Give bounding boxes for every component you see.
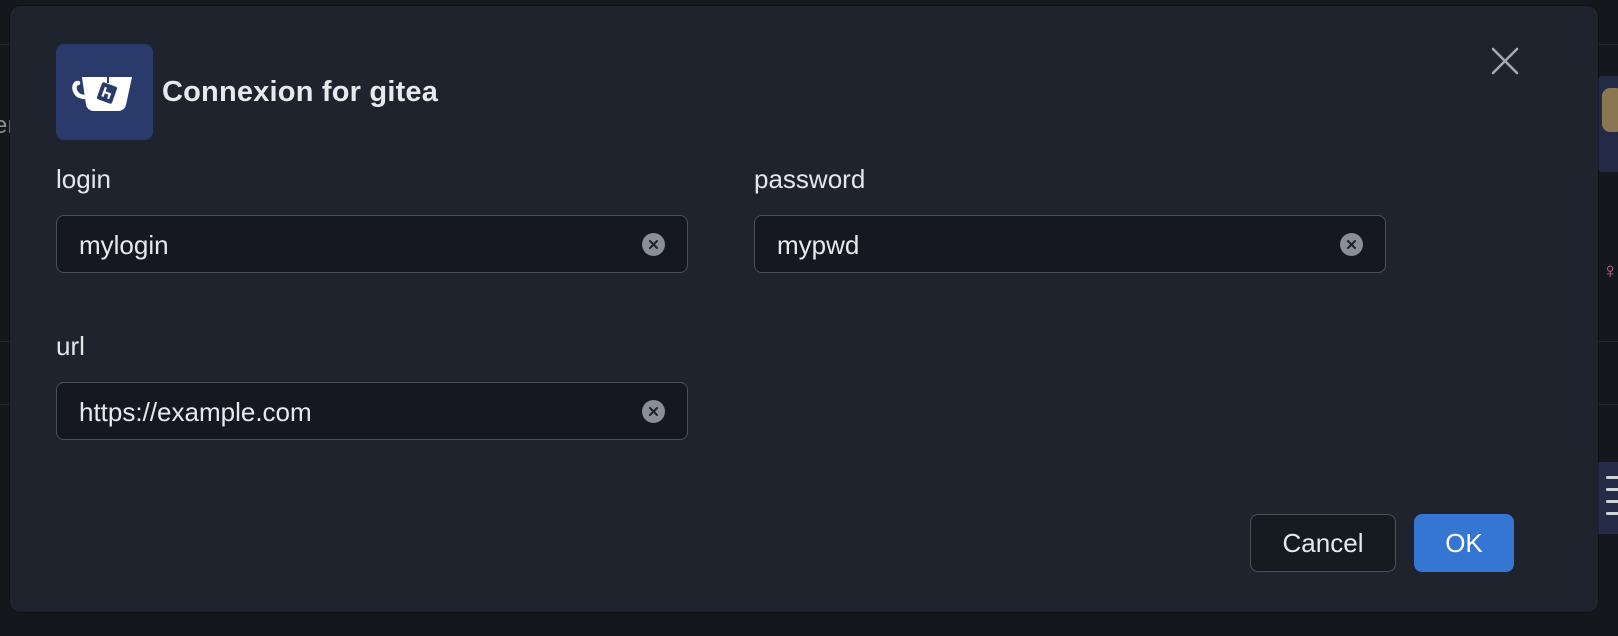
- menu-icon: [1606, 476, 1618, 524]
- clear-icon[interactable]: [642, 400, 665, 423]
- background-badge: [1602, 88, 1618, 132]
- url-label: url: [56, 331, 85, 361]
- clear-icon[interactable]: [1340, 233, 1363, 256]
- url-value: https://example.com: [79, 397, 312, 427]
- password-label: password: [754, 164, 866, 194]
- login-label: login: [56, 164, 111, 194]
- password-value: mypwd: [777, 230, 860, 260]
- dialog-title: Connexion for gitea: [162, 75, 439, 108]
- password-field[interactable]: mypwd: [754, 215, 1386, 273]
- gitea-teacup-icon: [56, 44, 153, 140]
- clear-icon[interactable]: [642, 233, 665, 256]
- login-value: mylogin: [79, 230, 169, 260]
- cancel-button[interactable]: Cancel: [1250, 514, 1396, 572]
- url-field[interactable]: https://example.com: [56, 382, 688, 440]
- person-icon: ♀: [1602, 258, 1618, 283]
- login-field[interactable]: mylogin: [56, 215, 688, 273]
- close-button[interactable]: [1488, 44, 1522, 78]
- ok-button[interactable]: OK: [1414, 514, 1514, 572]
- dialog-header: Connexion for gitea: [56, 44, 438, 140]
- connection-dialog: Connexion for gitea login mylogin passwo…: [10, 6, 1598, 612]
- close-icon: [1491, 47, 1519, 75]
